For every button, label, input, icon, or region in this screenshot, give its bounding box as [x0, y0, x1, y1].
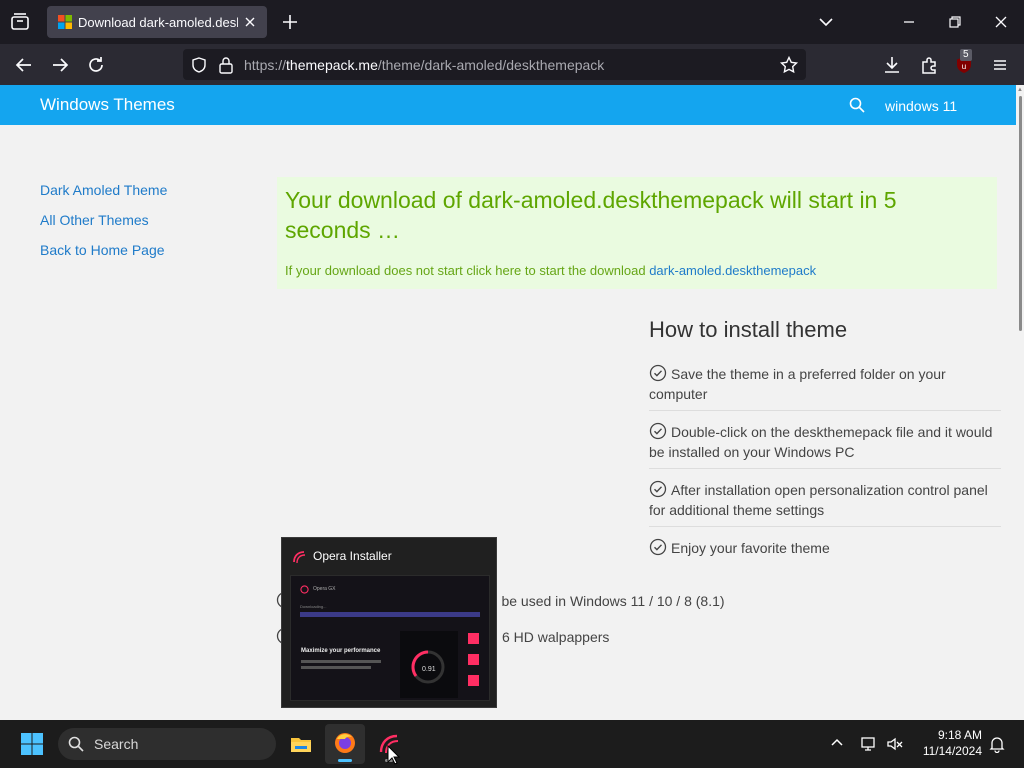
navigation-toolbar: https://themepack.me/theme/dark-amoled/d… [0, 44, 1024, 85]
shield-icon[interactable] [190, 56, 208, 74]
back-arrow-icon[interactable] [13, 54, 35, 76]
thumb-status: Downloading... [300, 604, 327, 609]
header-search-query[interactable]: windows 11 [885, 98, 957, 114]
extensions-icon[interactable] [918, 54, 940, 76]
thumb-action-square [468, 675, 479, 686]
address-bar[interactable]: https://themepack.me/theme/dark-amoled/d… [183, 49, 806, 80]
install-step: Save the theme in a preferred folder on … [649, 364, 1001, 411]
thumb-action-square [468, 654, 479, 665]
download-notice: Your download of dark-amoled.deskthemepa… [277, 177, 997, 289]
taskbar: Search 9:18 AM 11/14/2024 [0, 720, 1024, 768]
check-circle-icon [649, 480, 667, 498]
chevron-down-icon[interactable] [814, 10, 838, 34]
system-clock[interactable]: 9:18 AM 11/14/2024 [912, 727, 982, 759]
volume-icon[interactable] [886, 735, 904, 753]
search-icon[interactable] [849, 97, 865, 113]
reload-icon[interactable] [85, 54, 107, 76]
opera-icon [293, 551, 306, 564]
download-link[interactable]: dark-amoled.deskthemepack [649, 263, 816, 278]
chevron-up-icon[interactable] [830, 736, 844, 750]
network-icon[interactable] [860, 735, 878, 753]
thumb-text-line [301, 666, 371, 669]
taskbar-search-box[interactable]: Search [58, 728, 276, 760]
thumb-action-square [468, 633, 479, 644]
taskbar-file-explorer[interactable] [281, 724, 321, 764]
scroll-up-arrow-icon[interactable]: ▲ [1017, 87, 1023, 93]
running-indicator [338, 759, 352, 762]
star-icon[interactable] [779, 55, 799, 75]
opera-gx-logo-icon [300, 585, 309, 594]
search-icon [68, 736, 84, 752]
download-fallback-text: If your download does not start click he… [285, 263, 817, 278]
opera-window-thumbnail: Opera GX Downloading... Maximize your pe… [290, 575, 490, 701]
minimize-icon[interactable] [897, 10, 921, 34]
site-title[interactable]: Windows Themes [40, 95, 175, 115]
plus-icon[interactable] [280, 12, 300, 32]
restore-icon[interactable] [943, 10, 967, 34]
thumb-progress-bar [300, 612, 480, 617]
thumb-text-line [301, 660, 381, 663]
scrollbar-thumb[interactable] [1019, 96, 1022, 331]
download-icon[interactable] [881, 54, 903, 76]
install-heading: How to install theme [649, 317, 848, 342]
url-text[interactable]: https://themepack.me/theme/dark-amoled/d… [244, 57, 604, 73]
thumb-gauge-panel [400, 631, 458, 698]
thumb-brand: Opera GX [313, 586, 336, 592]
svg-text:u: u [962, 62, 966, 71]
clock-time: 9:18 AM [937, 728, 982, 742]
check-circle-icon [649, 422, 667, 440]
clock-date: 11/14/2024 [922, 744, 982, 758]
forward-arrow-icon[interactable] [49, 54, 71, 76]
check-circle-icon [649, 538, 667, 556]
opera-installer-preview[interactable]: Opera Installer Opera GX Downloading... … [281, 537, 497, 708]
tab-title: Download dark-amoled.deskthemepack [78, 15, 238, 30]
download-heading: Your download of dark-amoled.deskthemepa… [285, 187, 897, 243]
taskbar-search-label: Search [94, 736, 139, 752]
ublock-count-badge: 5 [960, 49, 972, 61]
file-explorer-icon [291, 738, 311, 752]
menu-icon[interactable] [989, 54, 1011, 76]
windows-start-icon[interactable] [20, 732, 44, 756]
windows-logo-favicon-icon [58, 15, 72, 29]
sidebar-link-all-other-themes[interactable]: All Other Themes [40, 212, 149, 228]
sidebar-link-dark-amoled-theme[interactable]: Dark Amoled Theme [40, 182, 167, 198]
check-circle-icon [649, 364, 667, 382]
page-content: Dark Amoled Theme All Other Themes Back … [0, 125, 1016, 720]
thumb-gauge-value: 0.91 [422, 666, 436, 673]
close-icon[interactable] [243, 15, 257, 29]
lock-icon[interactable] [218, 56, 234, 74]
bell-icon[interactable] [988, 735, 1006, 753]
tab-bar: Download dark-amoled.deskthemepack [0, 0, 1024, 44]
thumb-heading: Maximize your performance [301, 648, 381, 654]
taskbar-firefox[interactable] [325, 724, 365, 764]
mouse-cursor-icon [387, 745, 400, 765]
tab-list-icon[interactable] [8, 10, 32, 34]
install-step: Enjoy your favorite theme [649, 538, 1001, 564]
sidebar-link-back-to-home[interactable]: Back to Home Page [40, 242, 165, 258]
active-tab[interactable]: Download dark-amoled.deskthemepack [47, 6, 267, 38]
preview-title: Opera Installer [313, 549, 392, 563]
firefox-icon [335, 733, 355, 753]
install-step: After installation open personalization … [649, 480, 1001, 527]
install-step: Double-click on the deskthemepack file a… [649, 422, 1001, 469]
close-window-icon[interactable] [989, 10, 1013, 34]
site-header: Windows Themes windows 11 [0, 85, 1024, 125]
